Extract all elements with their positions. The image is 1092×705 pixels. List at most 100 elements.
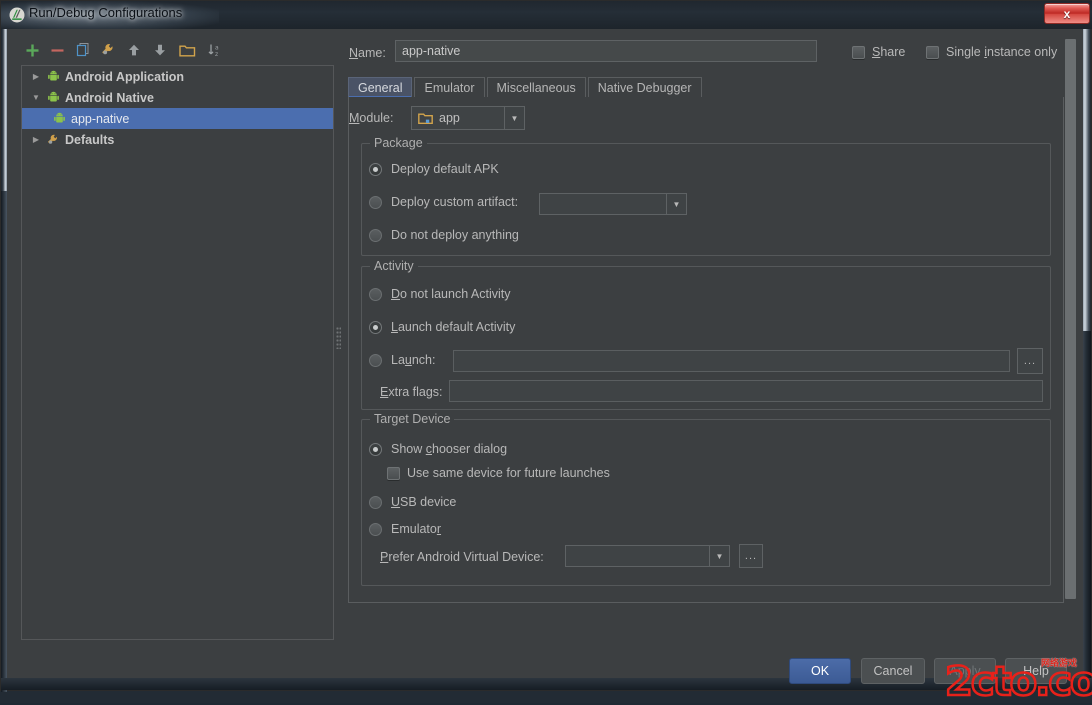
radio-button-icon[interactable] — [369, 163, 382, 176]
configurations-toolbar: a z — [21, 39, 333, 63]
activity-group: Activity Do not launch Activity Launch d… — [361, 266, 1051, 410]
android-icon — [44, 91, 62, 104]
chevron-down-icon[interactable]: ▼ — [709, 546, 729, 566]
prefer-avd-label: Prefer Android Virtual Device: — [380, 550, 544, 564]
splitter-grip[interactable] — [336, 327, 341, 349]
radio-button-icon[interactable] — [369, 229, 382, 242]
expand-collapse-arrow-icon[interactable]: ▼ — [28, 93, 44, 102]
share-checkbox[interactable]: Share — [852, 45, 905, 59]
module-folder-icon — [418, 112, 433, 125]
name-input[interactable] — [395, 40, 817, 62]
radio-deploy-default-apk[interactable]: Deploy default APK — [369, 162, 499, 176]
checkbox-box-icon[interactable] — [852, 46, 865, 59]
radio-emulator[interactable]: Emulator — [369, 522, 441, 536]
share-label: Share — [872, 45, 905, 59]
tree-item-label: Android Application — [65, 70, 184, 84]
radio-label: Do not deploy anything — [391, 228, 519, 242]
tab-general[interactable]: General — [348, 77, 412, 98]
apply-button: Apply — [934, 658, 996, 684]
expand-collapse-arrow-icon[interactable]: ▶ — [28, 72, 44, 81]
sort-alphabetically-icon[interactable]: a z — [204, 39, 226, 61]
module-label-rest: odule: — [359, 111, 393, 125]
help-button[interactable]: Help — [1005, 658, 1067, 684]
extra-flags-label: Extra flags: — [380, 385, 443, 399]
remove-icon[interactable] — [46, 39, 68, 61]
name-label: Name: — [349, 46, 386, 60]
panel-splitter[interactable] — [334, 65, 344, 640]
radio-show-chooser-dialog[interactable]: Show chooser dialog — [369, 442, 507, 456]
android-icon — [50, 112, 68, 125]
tree-item-label: Defaults — [65, 133, 114, 147]
checkbox-box-icon[interactable] — [926, 46, 939, 59]
svg-text:z: z — [215, 51, 218, 58]
edit-defaults-wrench-icon[interactable] — [97, 39, 119, 61]
package-group-title: Package — [370, 136, 427, 150]
chevron-down-icon[interactable]: ▼ — [666, 194, 686, 214]
radio-button-icon[interactable] — [369, 321, 382, 334]
radio-button-icon[interactable] — [369, 496, 382, 509]
custom-artifact-combobox[interactable]: ▼ — [539, 193, 687, 215]
single-instance-only-label: Single instance only — [946, 45, 1057, 59]
radio-label: Launch default Activity — [391, 320, 515, 334]
radio-label: Launch: — [391, 353, 436, 367]
tree-item-app-native[interactable]: app-native — [22, 108, 333, 129]
extra-flags-input[interactable] — [449, 380, 1043, 402]
window-frame-left-lower — [1, 191, 7, 692]
scrollbar-thumb[interactable] — [1065, 39, 1076, 599]
expand-collapse-arrow-icon[interactable]: ▶ — [28, 135, 44, 144]
tab-emulator[interactable]: Emulator — [414, 77, 484, 98]
run-debug-configurations-dialog: Run/Debug Configurations x — [0, 0, 1092, 691]
wrench-icon — [44, 133, 62, 147]
radio-button-icon[interactable] — [369, 523, 382, 536]
radio-do-not-launch-activity[interactable]: Do not launch Activity — [369, 287, 511, 301]
close-button[interactable]: x — [1044, 3, 1090, 24]
radio-label: Deploy default APK — [391, 162, 499, 176]
dialog-title-bar: Run/Debug Configurations x — [1, 1, 1092, 29]
dialog-title: Run/Debug Configurations — [29, 5, 182, 20]
tree-item-android-application[interactable]: ▶ Android Application — [22, 66, 333, 87]
launch-activity-browse-button[interactable]: ... — [1017, 348, 1043, 374]
tab-miscellaneous[interactable]: Miscellaneous — [487, 77, 586, 98]
radio-usb-device[interactable]: USB device — [369, 495, 456, 509]
module-combobox[interactable]: app ▼ — [411, 106, 525, 130]
prefer-avd-browse-button[interactable]: ... — [739, 544, 763, 568]
cancel-button[interactable]: Cancel — [861, 658, 925, 684]
chevron-down-icon[interactable]: ▼ — [504, 107, 524, 129]
add-icon[interactable] — [21, 39, 43, 61]
radio-launch-default-activity[interactable]: Launch default Activity — [369, 320, 515, 334]
radio-button-icon[interactable] — [369, 443, 382, 456]
android-icon — [44, 70, 62, 83]
activity-group-title: Activity — [370, 259, 418, 273]
radio-button-icon[interactable] — [369, 196, 382, 209]
module-label: Module: — [349, 111, 393, 125]
ok-button[interactable]: OK — [789, 658, 851, 684]
radio-do-not-deploy-anything[interactable]: Do not deploy anything — [369, 228, 519, 242]
folder-icon[interactable] — [176, 39, 198, 61]
checkbox-box-icon[interactable] — [387, 467, 400, 480]
launch-activity-input[interactable] — [453, 350, 1010, 372]
radio-deploy-custom-artifact[interactable]: Deploy custom artifact: — [369, 195, 518, 209]
prefer-avd-combobox[interactable]: ▼ — [565, 545, 730, 567]
radio-button-icon[interactable] — [369, 288, 382, 301]
radio-launch-custom-activity[interactable]: Launch: — [369, 353, 436, 367]
target-device-group: Target Device Show chooser dialog Use sa… — [361, 419, 1051, 586]
dialog-vertical-scrollbar[interactable] — [1065, 39, 1076, 637]
tree-item-android-native[interactable]: ▼ Android Native — [22, 87, 333, 108]
tab-native-debugger[interactable]: Native Debugger — [588, 77, 702, 98]
single-instance-only-checkbox[interactable]: Single instance only — [926, 45, 1057, 59]
window-frame-bottom — [1, 678, 1092, 690]
window-frame-right-lower — [1083, 331, 1091, 692]
move-down-icon[interactable] — [149, 39, 171, 61]
configurations-tree[interactable]: ▶ Android Application ▼ — [21, 65, 334, 640]
tree-item-defaults[interactable]: ▶ Defaults — [22, 129, 333, 150]
radio-label: Show chooser dialog — [391, 442, 507, 456]
radio-label: Do not launch Activity — [391, 287, 511, 301]
radio-button-icon[interactable] — [369, 354, 382, 367]
move-up-icon[interactable] — [123, 39, 145, 61]
name-label-rest: ame: — [358, 46, 386, 60]
tree-item-label: app-native — [71, 112, 129, 126]
radio-label: Emulator — [391, 522, 441, 536]
radio-label: USB device — [391, 495, 456, 509]
use-same-device-checkbox[interactable]: Use same device for future launches — [387, 466, 610, 480]
copy-configuration-icon[interactable] — [72, 39, 94, 61]
